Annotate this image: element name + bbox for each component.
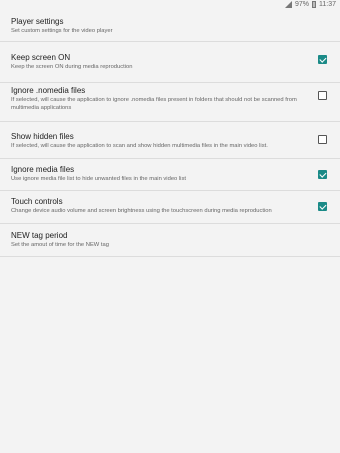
status-right: 97% 11:37 [284, 1, 336, 8]
status-bar: 97% 11:37 [0, 0, 340, 10]
show-hidden-files-checkbox[interactable] [318, 135, 327, 144]
setting-ignore-nomedia[interactable]: Ignore .nomedia files If selected, will … [0, 83, 340, 122]
setting-title: Show hidden files [11, 132, 74, 141]
battery-percent: 97% [294, 1, 309, 8]
battery-icon [312, 1, 316, 8]
touch-controls-checkbox[interactable] [318, 202, 327, 211]
header-title: Player settings [11, 17, 64, 26]
setting-summary: Change device audio volume and screen br… [11, 208, 272, 214]
setting-ignore-media-files[interactable]: Ignore media files Use ignore media file… [0, 159, 340, 191]
keep-screen-on-checkbox[interactable] [318, 55, 327, 64]
setting-title: Touch controls [11, 197, 63, 206]
setting-title: Ignore .nomedia files [11, 86, 86, 95]
setting-title: Keep screen ON [11, 53, 71, 62]
setting-summary: If selected, will cause the application … [11, 97, 297, 111]
settings-list: Player settings Set custom settings for … [0, 10, 340, 257]
setting-keep-screen-on[interactable]: Keep screen ON Keep the screen ON during… [0, 42, 340, 83]
setting-summary: Keep the screen ON during media reproduc… [11, 64, 133, 70]
setting-title: NEW tag period [11, 231, 68, 240]
setting-summary: If selected, will cause the application … [11, 143, 268, 149]
setting-summary: Set the amout of time for the NEW tag [11, 242, 109, 248]
setting-summary: Use ignore media file list to hide unwan… [11, 176, 186, 182]
clock: 11:37 [319, 1, 336, 8]
header-summary: Set custom settings for the video player [11, 28, 113, 34]
player-settings-header[interactable]: Player settings Set custom settings for … [0, 10, 340, 42]
setting-show-hidden-files[interactable]: Show hidden files If selected, will caus… [0, 122, 340, 159]
ignore-media-files-checkbox[interactable] [318, 170, 327, 179]
setting-title: Ignore media files [11, 165, 75, 174]
setting-touch-controls[interactable]: Touch controls Change device audio volum… [0, 191, 340, 224]
signal-icon [284, 1, 292, 8]
setting-new-tag-period[interactable]: NEW tag period Set the amout of time for… [0, 224, 340, 257]
ignore-nomedia-checkbox[interactable] [318, 91, 327, 100]
